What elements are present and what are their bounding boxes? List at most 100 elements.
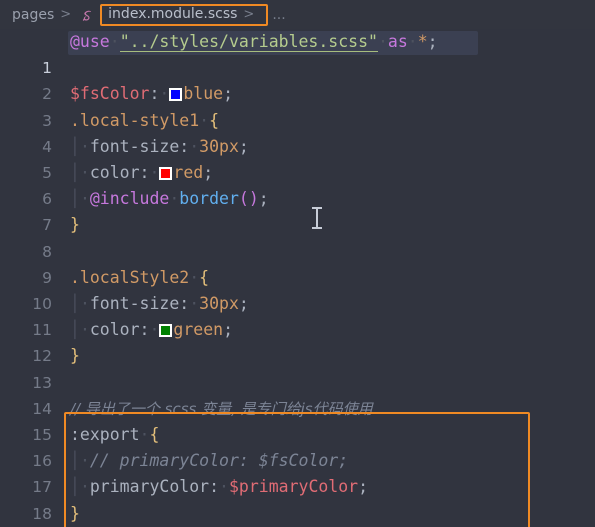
token-value-red: red (173, 163, 204, 182)
token-prop-font-size: font-size (89, 136, 180, 156)
code-line[interactable]: 10 .localStyle2·{ (0, 265, 595, 313)
whitespace-dot: · (79, 294, 90, 313)
token-variable-primary-color: $primaryColor (228, 477, 359, 497)
line-content[interactable]: $fsColor:· blue; (70, 81, 595, 107)
whitespace-dot: · (159, 84, 170, 104)
code-line[interactable]: 9 (0, 239, 595, 287)
line-content[interactable] (70, 370, 595, 396)
color-swatch-blue[interactable] (169, 88, 183, 102)
indent-guide: │ (70, 477, 80, 497)
token-prop-font-size: font-size (89, 294, 180, 313)
breadcrumb-item-file[interactable]: index.module.scss > (100, 3, 269, 26)
indent-guide: │ (70, 163, 80, 182)
code-editor[interactable]: 1 @use·"../styles/variables.scss"·as·*; … (0, 29, 595, 527)
code-line[interactable]: 8 } (0, 212, 595, 260)
token-semicolon: ; (358, 477, 369, 497)
color-swatch-red[interactable] (159, 167, 173, 180)
token-brace-close: } (70, 346, 80, 366)
line-content[interactable]: │·primaryColor:·$primaryColor; (70, 474, 595, 500)
indent-guide: │ (70, 189, 80, 209)
token-colon: : (209, 477, 220, 497)
token-comment-export-note: // 导出了一个 scss 变量, 是专门给js代码使用 (70, 399, 373, 418)
token-brace-close: } (70, 503, 80, 523)
token-prop-primary-color: primaryColor (89, 477, 210, 497)
code-line[interactable]: 5 │·font-size:·30px; (0, 134, 595, 182)
code-line[interactable]: 2 (0, 55, 595, 103)
color-swatch-green[interactable] (159, 324, 173, 338)
line-content[interactable]: // 导出了一个 scss 变量, 是专门给js代码使用 (70, 396, 595, 422)
line-content[interactable]: .local-style1·{ (70, 108, 595, 134)
code-line[interactable]: 15 // 导出了一个 scss 变量, 是专门给js代码使用 (0, 396, 595, 444)
breadcrumb-trailing-separator: > (243, 6, 255, 22)
code-line[interactable]: 17 │·// primaryColor: $fsColor; (0, 448, 595, 496)
token-brace-open: { (209, 110, 220, 130)
line-content[interactable]: @use·"../styles/variables.scss"·as·*; (70, 29, 595, 55)
whitespace-dot: · (199, 110, 210, 130)
code-line[interactable]: 13 } (0, 343, 595, 391)
breadcrumb-item-folder[interactable]: pages (12, 7, 54, 23)
token-value-30px: 30px (199, 136, 239, 156)
breadcrumb: pages > index.module.scss > ... (0, 0, 595, 29)
whitespace-dot: · (169, 189, 180, 209)
code-line[interactable]: 18 │·primaryColor:·$primaryColor; (0, 474, 595, 522)
code-line[interactable]: 14 (0, 370, 595, 418)
line-content[interactable]: │·font-size:·30px; (70, 291, 595, 317)
token-brace-open: { (199, 267, 210, 287)
whitespace-dot: · (79, 163, 90, 182)
line-content[interactable]: │·@include·border(); (70, 186, 595, 212)
line-content[interactable]: │·font-size:·30px; (70, 134, 595, 160)
code-line[interactable]: 4 .local-style1·{ (0, 108, 595, 156)
token-import-path: "../styles/variables.scss" (119, 32, 378, 52)
breadcrumb-ellipsis[interactable]: ... (272, 7, 285, 23)
token-comment-primary-color: // primaryColor: $fsColor; (89, 451, 349, 471)
code-line[interactable]: 7 │·@include·border(); (0, 186, 595, 234)
indent-guide: │ (70, 451, 80, 471)
indent-guide: │ (70, 320, 80, 340)
line-content[interactable]: │·color:· green; (70, 317, 595, 343)
token-as-keyword: as (387, 32, 408, 51)
line-content[interactable]: :export·{ (70, 422, 595, 448)
line-content[interactable]: │·// primaryColor: $fsColor; (70, 448, 595, 474)
token-prop-color: color (89, 320, 140, 340)
whitespace-dot: · (79, 320, 90, 340)
line-content[interactable]: } (70, 212, 595, 238)
line-content[interactable] (70, 55, 595, 81)
token-prop-color: color (89, 163, 140, 182)
code-line[interactable]: 11 │·font-size:·30px; (0, 291, 595, 339)
code-line[interactable]: 6 │·color:· red; (0, 160, 595, 208)
whitespace-dot: · (377, 32, 388, 51)
line-content[interactable]: } (70, 343, 595, 369)
code-line[interactable]: 19 } (0, 501, 595, 527)
token-semicolon: ; (223, 320, 234, 340)
token-value-green: green (173, 320, 224, 340)
line-content[interactable] (70, 239, 595, 265)
token-variable-fscolor: $fsColor (70, 84, 150, 104)
token-paren-close: ) (248, 189, 259, 209)
whitespace-dot: · (79, 477, 90, 497)
sass-file-icon (77, 6, 97, 26)
token-brace-open: { (149, 425, 160, 444)
code-line[interactable]: 16 :export·{ (0, 422, 595, 470)
token-semicolon: ; (427, 32, 438, 51)
token-at-include: @include (89, 189, 170, 209)
whitespace-dot: · (79, 451, 90, 471)
code-line[interactable]: 1 @use·"../styles/variables.scss"·as·*; (0, 29, 595, 77)
whitespace-dot: · (139, 425, 150, 444)
token-value-30px: 30px (199, 294, 239, 313)
token-colon: : (179, 294, 190, 313)
code-line[interactable]: 3 $fsColor:· blue; (0, 81, 595, 129)
whitespace-dot: · (79, 136, 90, 156)
indent-guide: │ (70, 136, 80, 156)
token-colon: : (179, 136, 190, 156)
token-semicolon: ; (238, 294, 249, 313)
token-paren-open: ( (238, 189, 249, 209)
token-wildcard: * (417, 32, 428, 51)
line-content[interactable]: .localStyle2·{ (70, 265, 595, 291)
line-content[interactable]: │·color:· red; (70, 160, 595, 186)
token-colon: : (149, 84, 160, 104)
code-line[interactable]: 12 │·color:· green; (0, 317, 595, 365)
token-semicolon: ; (203, 163, 214, 182)
whitespace-dot: · (189, 267, 200, 287)
line-content[interactable]: } (70, 501, 595, 527)
token-semicolon: ; (223, 84, 234, 104)
